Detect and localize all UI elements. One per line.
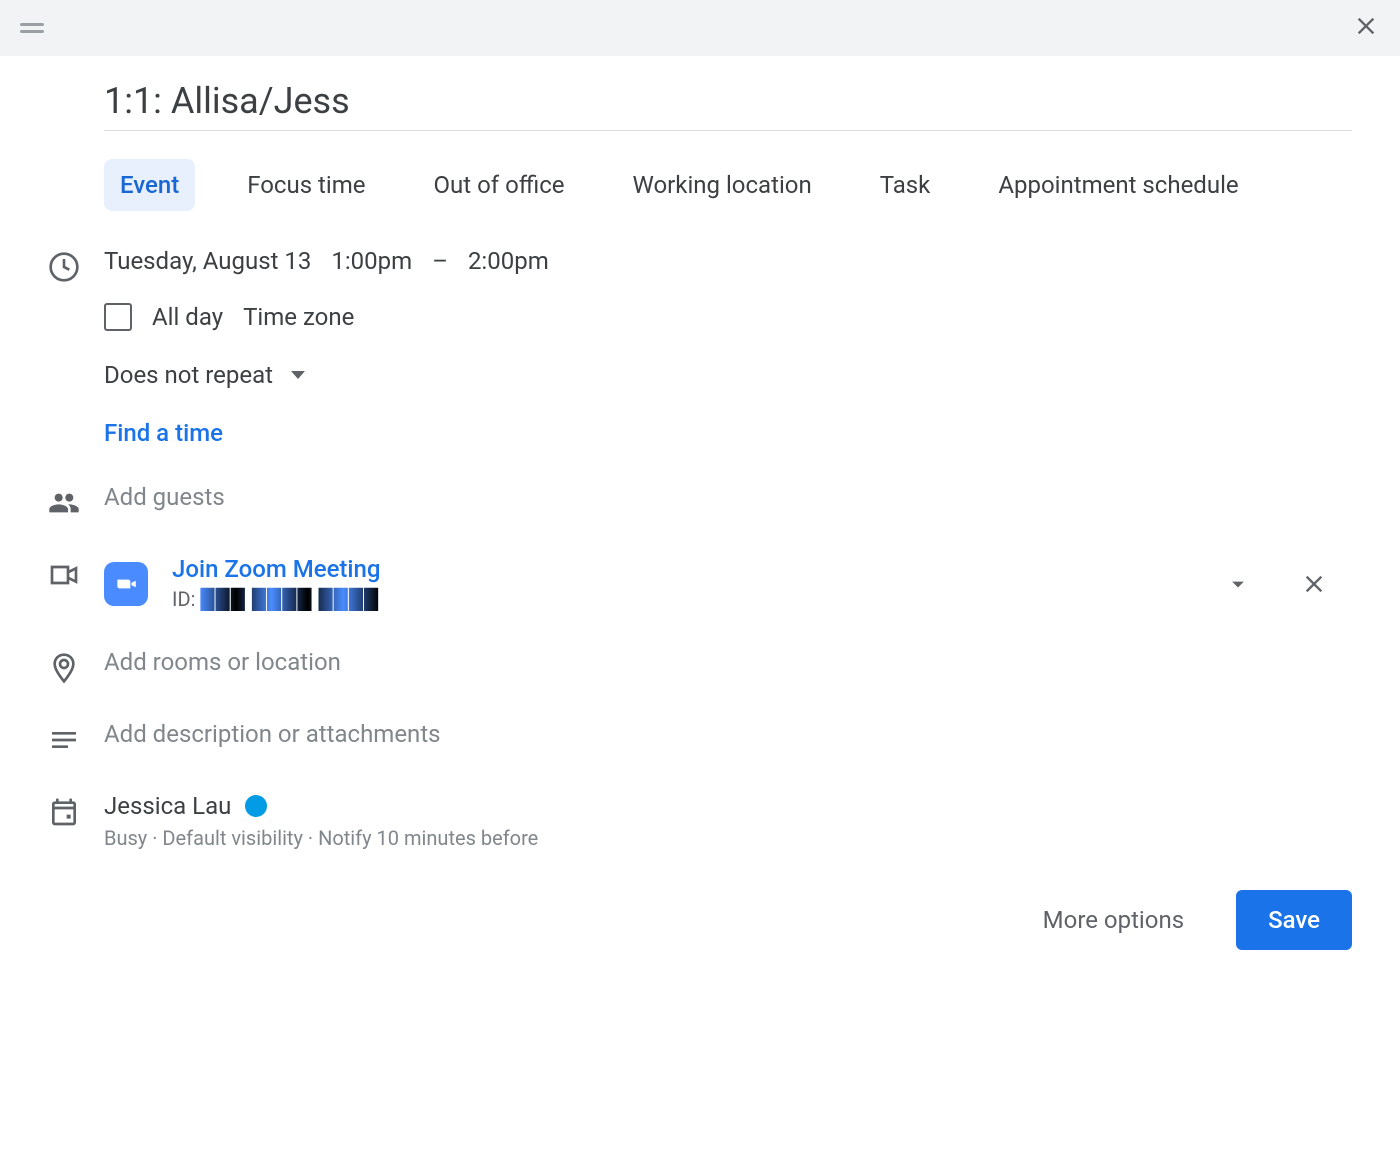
video-icon xyxy=(48,555,104,591)
event-type-tabs: Event Focus time Out of office Working l… xyxy=(104,159,1376,211)
dialog-header xyxy=(0,0,1400,56)
calendar-icon xyxy=(48,792,104,828)
tab-appointment-schedule[interactable]: Appointment schedule xyxy=(982,159,1254,211)
zoom-meeting-id: ID: ███ ████ ████ xyxy=(172,587,1224,612)
close-icon xyxy=(1352,12,1380,40)
all-day-label: All day xyxy=(152,303,223,331)
save-button[interactable]: Save xyxy=(1236,890,1352,950)
all-day-checkbox[interactable] xyxy=(104,303,132,331)
drag-handle-icon[interactable] xyxy=(20,23,44,33)
time-separator: – xyxy=(432,247,448,275)
tab-focus-time[interactable]: Focus time xyxy=(231,159,381,211)
clock-icon xyxy=(48,247,104,283)
expand-zoom-button[interactable] xyxy=(1224,570,1252,598)
zoom-meeting-link[interactable]: Join Zoom Meeting xyxy=(172,555,1224,583)
tab-out-of-office[interactable]: Out of office xyxy=(418,159,581,211)
timezone-link[interactable]: Time zone xyxy=(243,303,354,331)
repeat-label: Does not repeat xyxy=(104,361,273,389)
location-icon xyxy=(48,648,104,684)
event-title-input[interactable] xyxy=(104,80,1352,131)
repeat-dropdown[interactable]: Does not repeat xyxy=(104,361,1376,389)
close-button[interactable] xyxy=(1352,12,1380,44)
find-a-time-link[interactable]: Find a time xyxy=(104,419,1376,447)
organizer-name[interactable]: Jessica Lau xyxy=(104,792,231,820)
add-guests-input[interactable]: Add guests xyxy=(104,483,225,511)
remove-zoom-button[interactable] xyxy=(1300,570,1328,598)
add-description-input[interactable]: Add description or attachments xyxy=(104,720,441,748)
zoom-badge-icon xyxy=(104,562,148,606)
people-icon xyxy=(48,483,104,519)
tab-task[interactable]: Task xyxy=(864,159,947,211)
description-icon xyxy=(48,720,104,756)
event-date[interactable]: Tuesday, August 13 xyxy=(104,247,311,275)
add-location-input[interactable]: Add rooms or location xyxy=(104,648,341,676)
tab-working-location[interactable]: Working location xyxy=(617,159,828,211)
calendar-color-dot[interactable] xyxy=(245,795,267,817)
event-end-time[interactable]: 2:00pm xyxy=(468,247,549,275)
organizer-status[interactable]: Busy · Default visibility · Notify 10 mi… xyxy=(104,826,1376,850)
tab-event[interactable]: Event xyxy=(104,159,195,211)
event-start-time[interactable]: 1:00pm xyxy=(331,247,412,275)
chevron-down-icon xyxy=(291,371,305,379)
more-options-button[interactable]: More options xyxy=(1023,892,1204,948)
